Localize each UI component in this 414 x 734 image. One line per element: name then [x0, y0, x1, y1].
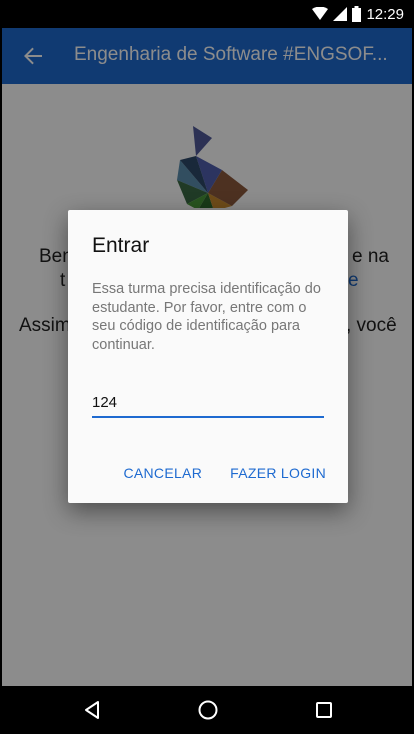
back-triangle-icon	[85, 701, 99, 719]
home-circle-icon	[198, 700, 218, 720]
signal-icon	[333, 7, 348, 21]
cancel-button[interactable]: CANCELAR	[123, 465, 202, 481]
dialog-title: Entrar	[92, 234, 150, 257]
nav-back-button[interactable]	[78, 698, 106, 722]
nav-recents-button[interactable]	[310, 698, 338, 722]
dialog-message: Essa turma precisa identificação do estu…	[92, 281, 321, 353]
wifi-icon	[312, 7, 329, 20]
recents-square-icon	[316, 702, 332, 718]
nav-home-button[interactable]	[194, 698, 222, 722]
navigation-bar	[2, 686, 412, 734]
screen: 12:29 Engenharia de Software #ENGSOF... …	[2, 0, 412, 734]
login-button[interactable]: FAZER LOGIN	[230, 465, 326, 481]
dialog-actions: CANCELAR FAZER LOGIN	[123, 465, 326, 481]
login-dialog: Entrar Essa turma precisa identificação …	[68, 210, 348, 503]
status-bar: 12:29	[2, 0, 412, 28]
battery-icon	[352, 6, 362, 22]
clock: 12:29	[366, 5, 404, 23]
status-icons: 12:29	[312, 5, 404, 23]
student-code-input[interactable]	[92, 388, 324, 418]
